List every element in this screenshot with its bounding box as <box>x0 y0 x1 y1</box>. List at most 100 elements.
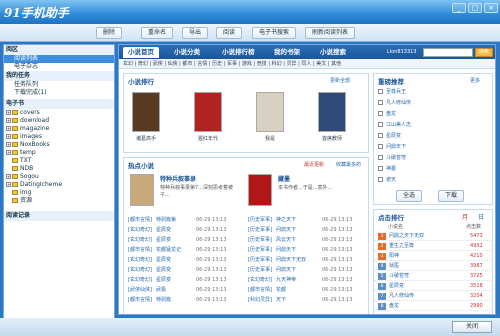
list-item-link[interactable]: 花都 <box>276 286 286 294</box>
checkbox[interactable] <box>378 122 383 127</box>
folder-item[interactable]: + images <box>6 133 114 141</box>
book-caption[interactable]: 猩红年代 <box>188 135 228 142</box>
book-caption[interactable]: 我是 <box>250 135 290 142</box>
book-cover[interactable] <box>256 92 284 132</box>
featured-item[interactable]: 遮天 <box>374 176 396 184</box>
list-item-link[interactable]: [历史军事] <box>248 256 272 264</box>
tab-bookshelf[interactable]: 我的书架 <box>269 47 305 58</box>
sidebar-item-download-complete[interactable]: 下载完成(1) <box>4 89 114 97</box>
checkbox[interactable] <box>378 89 383 94</box>
list-item-link[interactable]: [玄幻奇幻] <box>248 276 272 284</box>
expand-icon[interactable]: + <box>6 174 11 179</box>
rank-book-name[interactable]: 狱医 <box>389 263 399 269</box>
hot-book-title[interactable]: 藏墨 <box>278 174 290 183</box>
delete-button[interactable]: 删除 <box>96 27 123 39</box>
rename-button[interactable]: 重命名 <box>141 27 174 39</box>
tab-most-saved[interactable]: 收藏最多的 <box>336 161 361 168</box>
expand-icon[interactable]: + <box>6 134 11 139</box>
folder-item[interactable]: + covers <box>6 109 114 117</box>
rank-row[interactable]: 3 阳神 4210 <box>374 252 492 261</box>
checkbox[interactable] <box>378 144 383 149</box>
folder-item[interactable]: + Sogou <box>6 173 114 181</box>
list-item-link[interactable]: [都市言情] <box>248 286 272 294</box>
expand-icon[interactable]: + <box>6 142 11 147</box>
sidebar-item-reading-list[interactable]: 阅读列表 <box>4 55 114 63</box>
rank-row[interactable]: 5 斗破苍穹 3725 <box>374 272 492 281</box>
book-cover[interactable] <box>194 92 222 132</box>
rank-book-name[interactable]: 盘龙 <box>389 303 399 309</box>
tab-home[interactable]: 小说首页 <box>123 47 159 58</box>
featured-item[interactable]: 至尊兵王 <box>374 88 406 96</box>
close-window-button[interactable]: × <box>484 3 498 13</box>
list-item-link[interactable]: [玄幻奇幻] <box>128 256 152 264</box>
list-item-link[interactable]: 特别篇 <box>156 296 171 304</box>
folder-item[interactable]: + NoxBooks <box>6 141 114 149</box>
tab-ranking[interactable]: 小说排行榜 <box>217 47 260 58</box>
checkbox[interactable] <box>378 177 383 182</box>
featured-item[interactable]: 凡人修仙传 <box>374 99 411 107</box>
folder-item[interactable]: 资源 <box>8 197 114 205</box>
featured-item-label[interactable]: 盘龙 <box>386 111 396 117</box>
featured-item[interactable]: 问鼎天下 <box>374 143 406 151</box>
book-cover[interactable] <box>248 174 272 206</box>
folder-item[interactable]: NDB <box>8 165 114 173</box>
list-item-link[interactable]: [玄幻奇幻] <box>128 276 152 284</box>
tab-search[interactable]: 小说搜索 <box>315 47 351 58</box>
featured-item[interactable]: 江山美人志 <box>374 121 411 129</box>
featured-item-label[interactable]: 江山美人志 <box>386 122 411 128</box>
sidebar-item-task-queue[interactable]: 任务队列 <box>4 81 114 89</box>
list-item-link[interactable]: [历史军事] <box>248 266 272 274</box>
list-item-link[interactable]: 九天神帝 <box>276 276 296 284</box>
genre-bar[interactable]: 玄幻 | 奇幻 | 武侠 | 仙侠 | 都市 | 言情 | 历史 | 军事 | … <box>119 59 495 69</box>
checkbox[interactable] <box>378 155 383 160</box>
list-item-link[interactable]: 天下 <box>276 296 286 304</box>
folder-item[interactable]: + magazine <box>6 125 114 133</box>
featured-item-label[interactable]: 问鼎天下 <box>386 144 406 150</box>
search-button[interactable]: 搜索 <box>475 48 493 57</box>
checkbox[interactable] <box>378 100 383 105</box>
book-caption[interactable]: 诸葛高手 <box>126 135 166 142</box>
sidebar-item-magazine[interactable]: 电子杂志 <box>4 63 114 71</box>
rank-row[interactable]: 4 狱医 3987 <box>374 262 492 271</box>
featured-item-label[interactable]: 神墓 <box>386 166 396 172</box>
checkbox[interactable] <box>378 111 383 116</box>
list-item-link[interactable]: 特别篇第 <box>156 216 176 224</box>
list-item-link[interactable]: 问鼎天下 <box>276 266 296 274</box>
featured-item-label[interactable]: 至尊兵王 <box>386 89 406 95</box>
rank-book-name[interactable]: 星辰变 <box>389 283 404 289</box>
rank-row[interactable]: 7 凡人修仙传 3204 <box>374 292 492 301</box>
list-item-link[interactable]: 神之天下 <box>276 216 296 224</box>
book-cover[interactable] <box>132 92 160 132</box>
featured-more-link[interactable]: 更多 <box>470 77 480 84</box>
book-cover[interactable] <box>130 174 154 206</box>
list-item-link[interactable]: 星辰变 <box>156 256 171 264</box>
expand-icon[interactable]: + <box>6 126 11 131</box>
list-item-link[interactable]: [武侠仙侠] <box>128 286 152 294</box>
list-item-link[interactable]: 问鼎天下 <box>276 246 296 254</box>
minimize-button[interactable]: _ <box>452 3 466 13</box>
reading-history[interactable]: 阅读记录 <box>4 211 114 221</box>
recommend-more-link[interactable]: 更新全部 <box>330 77 350 84</box>
expand-icon[interactable]: + <box>6 150 11 155</box>
featured-item-label[interactable]: 凡人修仙传 <box>386 100 411 106</box>
rank-row[interactable]: 8 盘龙 2990 <box>374 302 492 311</box>
list-item-link[interactable]: 风云天下 <box>276 236 296 244</box>
list-item-link[interactable]: 星辰变 <box>156 236 171 244</box>
list-item-link[interactable]: [玄幻奇幻] <box>128 226 152 234</box>
close-button[interactable]: 关闭 <box>452 321 492 333</box>
rank-tab-month[interactable]: 月 <box>462 212 468 221</box>
book-caption[interactable]: 首席教师 <box>312 135 352 142</box>
hot-book-title[interactable]: 特种兵叙事录 <box>160 174 196 183</box>
list-item-link[interactable]: 花都猛龙记 <box>156 246 181 254</box>
folder-item[interactable]: + DatingIcheme <box>6 181 114 189</box>
select-all-button[interactable]: 全选 <box>396 190 423 202</box>
search-input[interactable] <box>423 48 473 57</box>
list-item-link[interactable]: [历史军事] <box>248 216 272 224</box>
list-item-link[interactable]: 武极 <box>156 286 166 294</box>
list-item-link[interactable]: [历史军事] <box>248 236 272 244</box>
export-button[interactable]: 导出 <box>182 27 209 39</box>
expand-icon[interactable]: + <box>6 182 11 187</box>
rank-tab-day[interactable]: 日 <box>478 212 484 221</box>
folder-item[interactable]: + download <box>6 117 114 125</box>
list-item-link[interactable]: 星辰变 <box>156 226 171 234</box>
